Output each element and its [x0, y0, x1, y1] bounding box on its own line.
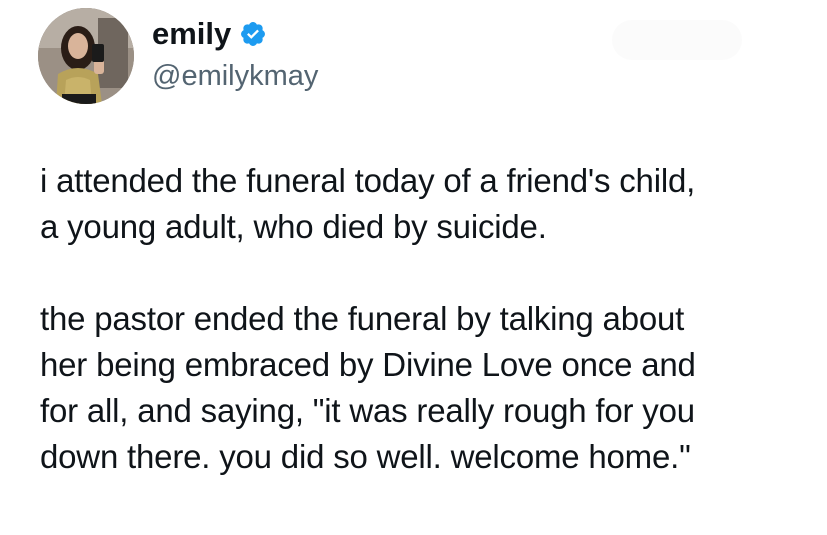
tweet-line: the pastor ended the funeral by talking …	[40, 300, 685, 337]
author-display-name[interactable]: emily	[152, 14, 231, 54]
tweet-header: emily @emilykmay	[152, 14, 318, 96]
tweet-line: a young adult, who died by suicide.	[40, 208, 547, 245]
tweet-line: i attended the funeral today of a friend…	[40, 162, 696, 199]
tweet-text: i attended the funeral today of a friend…	[40, 158, 800, 480]
tweet-card: emily @emilykmay i attended the funeral …	[0, 0, 827, 535]
profile-avatar[interactable]	[38, 8, 134, 104]
tweet-paragraph-1: i attended the funeral today of a friend…	[40, 158, 800, 250]
tweet-line: down there. you did so well. welcome hom…	[40, 438, 691, 475]
tweet-paragraph-2: the pastor ended the funeral by talking …	[40, 296, 800, 480]
tweet-line: her being embraced by Divine Love once a…	[40, 346, 696, 383]
name-row: emily	[152, 14, 318, 54]
verified-badge-icon	[239, 20, 267, 48]
tweet-line: for all, and saying, "it was really roug…	[40, 392, 695, 429]
author-handle[interactable]: @emilykmay	[152, 56, 318, 96]
avatar-photo-icon	[38, 8, 134, 104]
follow-button[interactable]	[612, 20, 742, 60]
